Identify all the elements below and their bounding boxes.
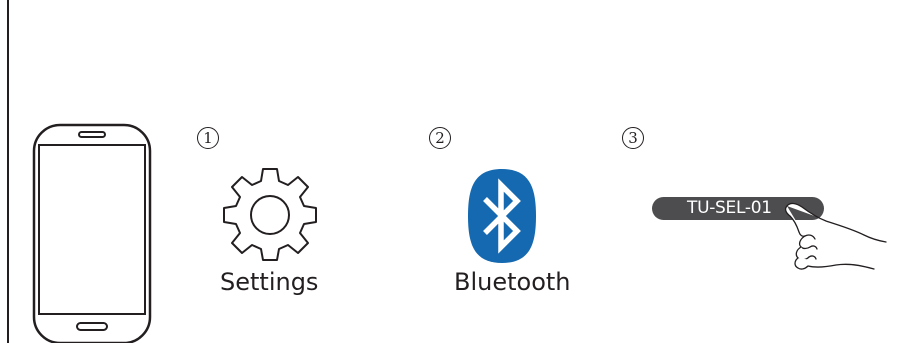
step-number-3: 3 [622, 127, 644, 149]
step-number-2: 2 [429, 127, 451, 149]
gear-icon [223, 168, 317, 261]
step-number-1: 1 [197, 127, 219, 149]
smartphone-icon [32, 123, 152, 343]
device-name: TU-SEL-01 [687, 198, 772, 218]
hand-tap-icon [784, 202, 887, 270]
bluetooth-icon [468, 169, 536, 263]
settings-label: Settings [220, 268, 319, 296]
left-border-line [7, 0, 9, 343]
bluetooth-label: Bluetooth [454, 268, 571, 296]
